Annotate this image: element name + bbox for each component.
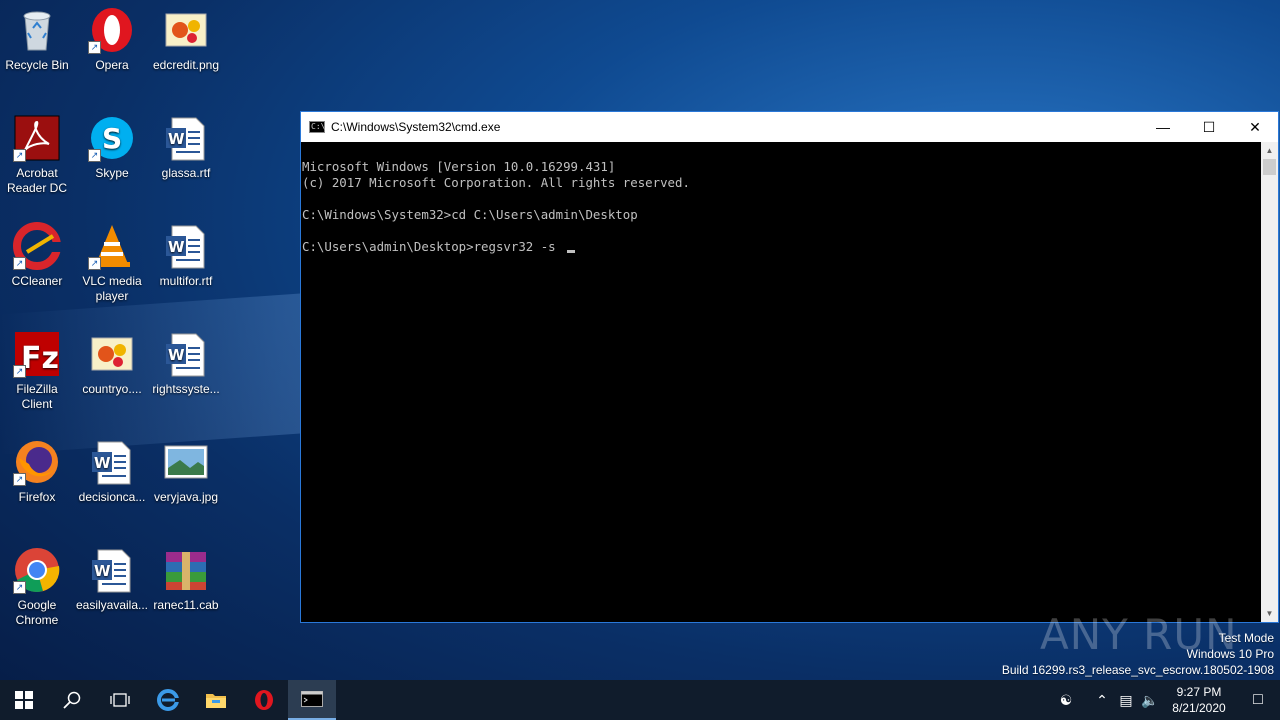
taskbar: ☯ ⌃ ▤ 🔈 9:27 PM 8/21/2020 □ [0, 680, 1280, 720]
console-line: ​ [302, 191, 1261, 207]
desktop-icon-countryo[interactable]: countryo.... [75, 330, 149, 397]
console-line: (c) 2017 Microsoft Corporation. All righ… [302, 175, 690, 190]
skype-icon: S ↗ [88, 114, 136, 162]
taskbar-edge[interactable] [144, 680, 192, 720]
windows-logo-icon [15, 691, 33, 709]
desktop-icon-rightssyste[interactable]: W rightssyste... [149, 330, 223, 397]
desktop-icon-easilyavaila[interactable]: W easilyavaila... [75, 546, 149, 613]
system-tray: ☯ ⌃ ▤ 🔈 9:27 PM 8/21/2020 □ [1054, 680, 1280, 720]
console-line: Microsoft Windows [Version 10.0.16299.43… [302, 159, 616, 174]
desktop-icon-recycle-bin[interactable]: Recycle Bin [0, 6, 74, 73]
task-view-icon [110, 693, 130, 707]
taskbar-cmd[interactable] [288, 680, 336, 720]
desktop-icon-decisionca[interactable]: W decisionca... [75, 438, 149, 505]
word-document-icon: W [88, 438, 136, 486]
people-icon[interactable]: ☯ [1054, 692, 1078, 709]
desktop-icon-ccleaner[interactable]: ↗ CCleaner [0, 222, 74, 289]
ccleaner-icon: ↗ [13, 222, 61, 270]
opera-icon [255, 690, 273, 710]
desktop-icon-veryjava[interactable]: veryjava.jpg [149, 438, 223, 505]
close-button[interactable]: ✕ [1232, 112, 1278, 142]
search-button[interactable] [48, 680, 96, 720]
desktop-icon-chrome[interactable]: ↗ Google Chrome [0, 546, 74, 628]
chrome-icon: ↗ [13, 546, 61, 594]
minimize-button[interactable]: — [1140, 112, 1186, 142]
desktop-icon-acrobat[interactable]: ↗ Acrobat Reader DC [0, 114, 74, 196]
cmd-window-title: C:\Windows\System32\cmd.exe [331, 120, 501, 134]
desktop-icon-filezilla[interactable]: Fz ↗ FileZilla Client [0, 330, 74, 412]
cmd-app-icon: C:\ [309, 121, 326, 133]
edge-icon [157, 689, 179, 711]
search-icon [63, 691, 81, 709]
console-prompt-line[interactable]: C:\Users\admin\Desktop>regsvr32 -s [302, 239, 1261, 255]
console-line: ​ [302, 223, 1261, 239]
show-hidden-icons-chevron-up-icon[interactable]: ⌃ [1090, 692, 1114, 709]
word-document-icon: W [88, 546, 136, 594]
desktop-icon-ranec11[interactable]: ranec11.cab [149, 546, 223, 613]
clock-time: 9:27 PM [1176, 685, 1222, 699]
svg-text:W: W [168, 238, 185, 256]
desktop-icon-vlc[interactable]: ↗ VLC media player [75, 222, 149, 304]
scrollbar-thumb[interactable] [1263, 159, 1276, 175]
scroll-down-arrow-icon[interactable]: ▼ [1261, 605, 1278, 622]
clock-date: 8/21/2020 [1172, 701, 1226, 715]
cmd-titlebar[interactable]: C:\ C:\Windows\System32\cmd.exe — ☐ ✕ [301, 112, 1278, 142]
image-file-icon [88, 330, 136, 378]
cmd-window[interactable]: C:\ C:\Windows\System32\cmd.exe — ☐ ✕ Mi… [300, 111, 1279, 623]
cmd-icon [301, 691, 323, 707]
desktop-icon-skype[interactable]: S ↗ Skype [75, 114, 149, 181]
desktop-icon-firefox[interactable]: ↗ Firefox [0, 438, 74, 505]
image-file-icon [162, 6, 210, 54]
landscape-image-icon [162, 438, 210, 486]
text-cursor [567, 250, 576, 253]
scroll-up-arrow-icon[interactable]: ▲ [1261, 142, 1278, 159]
taskbar-opera[interactable] [240, 680, 288, 720]
svg-text:W: W [94, 454, 111, 472]
acrobat-icon: ↗ [13, 114, 61, 162]
word-document-icon: W [162, 114, 210, 162]
maximize-button[interactable]: ☐ [1186, 112, 1232, 142]
console-output[interactable]: Microsoft Windows [Version 10.0.16299.43… [301, 142, 1261, 622]
desktop-icon-opera[interactable]: ↗ Opera [75, 6, 149, 73]
start-button[interactable] [0, 680, 48, 720]
word-document-icon: W [162, 330, 210, 378]
winrar-archive-icon [162, 546, 210, 594]
folder-icon [206, 694, 226, 708]
svg-text:W: W [94, 562, 111, 580]
vlc-icon: ↗ [88, 222, 136, 270]
test-mode-watermark: Test Mode Windows 10 Pro Build 16299.rs3… [1001, 631, 1274, 677]
task-view-button[interactable] [96, 680, 144, 720]
word-document-icon: W [162, 222, 210, 270]
svg-text:Fz: Fz [21, 341, 59, 376]
volume-icon[interactable]: 🔈 [1138, 692, 1162, 709]
filezilla-icon: Fz ↗ [13, 330, 61, 378]
svg-text:W: W [168, 130, 185, 148]
recycle-bin-icon [13, 6, 61, 54]
console-line: C:\Windows\System32>cd C:\Users\admin\De… [302, 207, 638, 222]
firefox-icon: ↗ [13, 438, 61, 486]
svg-text:W: W [168, 346, 185, 364]
action-center-icon[interactable]: □ [1236, 691, 1280, 709]
network-icon[interactable]: ▤ [1114, 692, 1138, 709]
opera-icon: ↗ [88, 6, 136, 54]
svg-text:S: S [102, 122, 122, 155]
desktop-icon-edcredit[interactable]: edcredit.png [149, 6, 223, 73]
taskbar-file-explorer[interactable] [192, 680, 240, 720]
taskbar-clock[interactable]: 9:27 PM 8/21/2020 [1162, 684, 1236, 716]
desktop-icon-glassa[interactable]: W glassa.rtf [149, 114, 223, 181]
desktop-icon-multifor[interactable]: W multifor.rtf [149, 222, 223, 289]
vertical-scrollbar[interactable]: ▲ ▼ [1261, 142, 1278, 622]
console-prompt-text: C:\Users\admin\Desktop>regsvr32 -s [302, 239, 564, 254]
